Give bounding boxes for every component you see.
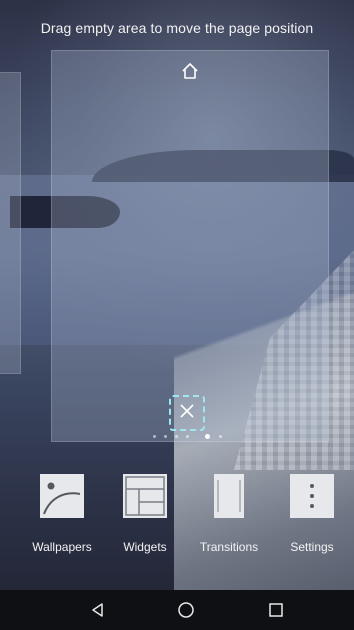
settings-label: Settings [290,540,334,554]
home-circle-icon[interactable] [174,598,198,622]
page-dot [175,435,178,438]
home-icon[interactable] [180,61,200,81]
drag-hint-text: Drag empty area to move the page positio… [40,20,314,36]
page-indicator [0,434,354,441]
settings-button[interactable]: Settings [274,470,350,554]
widgets-label: Widgets [123,540,167,554]
recents-icon[interactable] [264,598,288,622]
widgets-icon [123,474,167,518]
wallpapers-label: Wallpapers [32,540,92,554]
transitions-icon [214,474,244,518]
system-navigation-bar [0,590,354,630]
settings-icon [290,474,334,518]
widgets-button[interactable]: Widgets [107,470,183,554]
edit-toolbar: Wallpapers Widgets Transitions Settings [0,470,354,570]
back-icon[interactable] [86,598,110,622]
delete-page-button[interactable] [169,395,205,431]
page-dot [219,435,222,438]
close-icon [179,403,195,424]
transitions-label: Transitions [199,540,259,554]
transitions-button[interactable]: Transitions [191,470,267,554]
page-dot-active [205,434,210,439]
page-dot [164,435,167,438]
wallpapers-button[interactable]: Wallpapers [24,470,100,554]
page-dot [186,435,189,438]
page-dot [153,435,156,438]
home-page-preview[interactable] [51,50,329,442]
wallpaper-icon [40,474,84,518]
adjacent-page-preview[interactable] [0,72,21,374]
